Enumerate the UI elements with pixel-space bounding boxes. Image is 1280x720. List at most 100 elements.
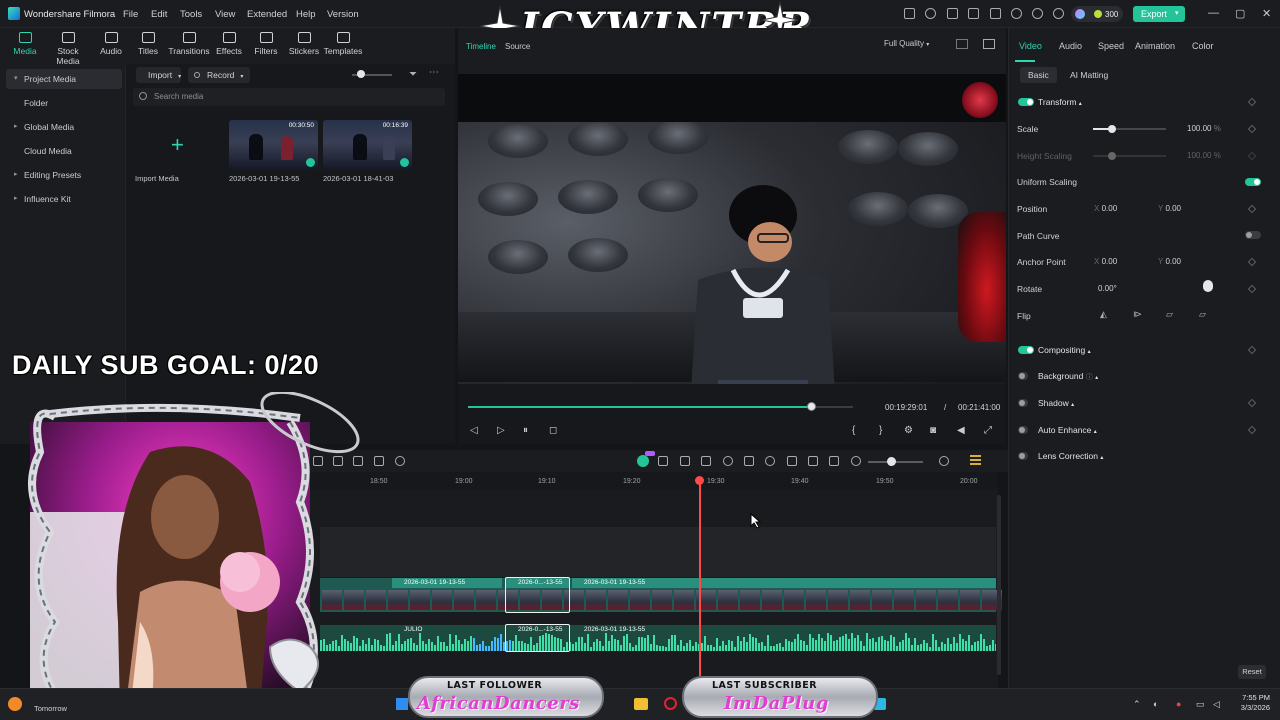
playback-progress-knob[interactable] [806, 402, 816, 411]
lens-correction-section[interactable]: Lens Correction ▴ [1038, 451, 1103, 461]
tab-stock-media[interactable]: Stock Media [46, 32, 90, 66]
tab-timeline[interactable]: Timeline [466, 42, 496, 51]
tray-overflow-icon[interactable]: ⌃ [1133, 699, 1141, 710]
volume-icon[interactable]: ◀ [957, 425, 965, 436]
weather-icon[interactable] [8, 697, 22, 711]
mark-in-icon[interactable]: { [852, 425, 855, 436]
scale-value[interactable]: 100.00 % [1187, 124, 1221, 133]
playhead-handle[interactable] [695, 476, 704, 485]
empty-track[interactable] [320, 527, 996, 577]
menu-view[interactable]: View [215, 9, 235, 20]
grid-icon[interactable] [956, 39, 968, 49]
menu-tools[interactable]: Tools [180, 9, 202, 20]
send-icon[interactable] [925, 8, 936, 19]
sidebar-item-project-media[interactable]: ▾ Project Media [6, 69, 122, 89]
lens-correction-toggle[interactable] [1018, 452, 1028, 460]
rotate-right-icon[interactable]: ▱ [1199, 309, 1206, 320]
rotate-left-icon[interactable]: ▱ [1166, 309, 1173, 320]
ai-tool-icon[interactable] [637, 455, 649, 467]
zoom-slider-knob[interactable] [357, 70, 365, 78]
system-clock[interactable]: 7:55 PM 3/3/2026 [1228, 693, 1270, 713]
reset-button[interactable]: Reset [1238, 665, 1266, 679]
tab-audio-props[interactable]: Audio [1059, 41, 1082, 51]
minimize-icon[interactable]: — [1208, 7, 1219, 19]
mic-icon[interactable]: ● [1176, 699, 1181, 709]
credits-badge[interactable]: 300 [1071, 6, 1123, 22]
layout-icon[interactable] [968, 8, 979, 19]
opera-icon[interactable] [664, 697, 677, 710]
delete-icon[interactable] [374, 456, 384, 466]
tab-stickers[interactable]: Stickers [282, 32, 326, 56]
tray-app-icon[interactable]: ◐ [1153, 699, 1158, 709]
quality-dropdown[interactable]: Full Quality ▾ [884, 39, 929, 48]
auto-enhance-section[interactable]: Auto Enhance ▴ [1038, 425, 1097, 435]
timeline-zoom-knob[interactable] [887, 457, 896, 466]
tab-transitions[interactable]: Transitions [167, 32, 211, 56]
background-toggle[interactable] [1018, 372, 1028, 380]
tab-video[interactable]: Video [1019, 41, 1042, 51]
file-explorer-icon[interactable] [634, 698, 648, 710]
close-icon[interactable]: ✕ [1262, 7, 1271, 20]
help-icon[interactable] [1053, 8, 1064, 19]
tab-source[interactable]: Source [505, 42, 530, 51]
layout-grid-icon[interactable] [970, 455, 981, 467]
gift-icon[interactable] [904, 8, 915, 19]
menu-version[interactable]: Version [327, 9, 359, 20]
speaker-icon[interactable]: ◁ [1213, 699, 1220, 710]
selected-clip-outline[interactable] [505, 577, 570, 613]
sidebar-item-influence-kit[interactable]: ▸ Influence Kit [0, 189, 122, 209]
compositing-toggle[interactable] [1018, 346, 1034, 354]
tab-templates[interactable]: Templates [321, 32, 365, 56]
audio-clip[interactable]: 2026-03-01 19-13-55 [572, 625, 772, 635]
render-icon[interactable]: ⚙ [904, 425, 913, 436]
pause-icon[interactable]: ⏸ [523, 425, 528, 436]
screen-icon[interactable] [808, 456, 818, 466]
camera-icon[interactable]: ◙ [930, 425, 936, 436]
uniform-scaling-toggle[interactable] [1245, 178, 1261, 186]
sidebar-item-editing-presets[interactable]: ▸ Editing Presets [0, 165, 122, 185]
play-icon[interactable]: ▷ [497, 425, 505, 436]
anchor-x-input[interactable]: X 0.00 [1094, 257, 1117, 266]
snapshot-icon[interactable] [983, 39, 995, 49]
import-button[interactable]: Import ▾ [136, 67, 181, 83]
sidebar-item-cloud-media[interactable]: Cloud Media [0, 141, 122, 161]
previous-frame-icon[interactable]: ◁ [470, 425, 478, 436]
mark-out-icon[interactable]: } [879, 425, 882, 436]
tab-color[interactable]: Color [1192, 41, 1214, 51]
tab-speed[interactable]: Speed [1098, 41, 1124, 51]
menu-help[interactable]: Help [296, 9, 316, 20]
anchor-y-input[interactable]: Y 0.00 [1158, 257, 1181, 266]
subtab-ai-matting[interactable]: AI Matting [1062, 67, 1116, 83]
fullscreen-icon[interactable]: ⤢ [984, 425, 992, 436]
background-section[interactable]: Background ⓘ ▴ [1038, 371, 1098, 382]
tab-titles[interactable]: Titles [126, 32, 170, 56]
upload-icon[interactable] [990, 8, 1001, 19]
split-icon[interactable] [395, 456, 405, 466]
cloud-icon[interactable] [1011, 8, 1022, 19]
menu-extended[interactable]: Extended [247, 9, 287, 20]
media-clip-thumbnail[interactable]: 00:16:39 [323, 120, 412, 170]
playhead[interactable] [699, 479, 701, 676]
transform-icon[interactable] [701, 456, 711, 466]
maximize-icon[interactable]: ▢ [1235, 7, 1245, 20]
compositing-section[interactable]: Compositing ▴ [1038, 345, 1091, 355]
sidebar-item-folder[interactable]: Folder [0, 93, 122, 113]
path-curve-toggle[interactable] [1245, 231, 1261, 239]
sidebar-item-global-media[interactable]: ▸ Global Media [0, 117, 122, 137]
menu-edit[interactable]: Edit [151, 9, 167, 20]
speed-icon[interactable] [723, 456, 733, 466]
filter-icon[interactable]: ⏷ [409, 69, 417, 80]
zoom-out-icon[interactable] [851, 456, 861, 466]
video-clip[interactable]: 2026-03-01 19-13-55 [392, 578, 502, 588]
position-y-input[interactable]: Y 0.00 [1158, 204, 1181, 213]
video-clip[interactable]: 2026-03-01 19-13-55 [572, 578, 996, 588]
media-clip-thumbnail[interactable]: 00:30:50 [229, 120, 318, 170]
windows-start-icon[interactable] [396, 698, 408, 710]
selected-clip-outline[interactable] [505, 624, 570, 652]
shield-icon[interactable] [744, 456, 754, 466]
transform-section[interactable]: Transform ▴ [1038, 97, 1082, 107]
timeline-ruler[interactable] [308, 472, 998, 490]
auto-enhance-toggle[interactable] [1018, 426, 1028, 434]
video-preview[interactable] [458, 74, 1006, 384]
rotate-dial-icon[interactable] [1203, 280, 1213, 292]
